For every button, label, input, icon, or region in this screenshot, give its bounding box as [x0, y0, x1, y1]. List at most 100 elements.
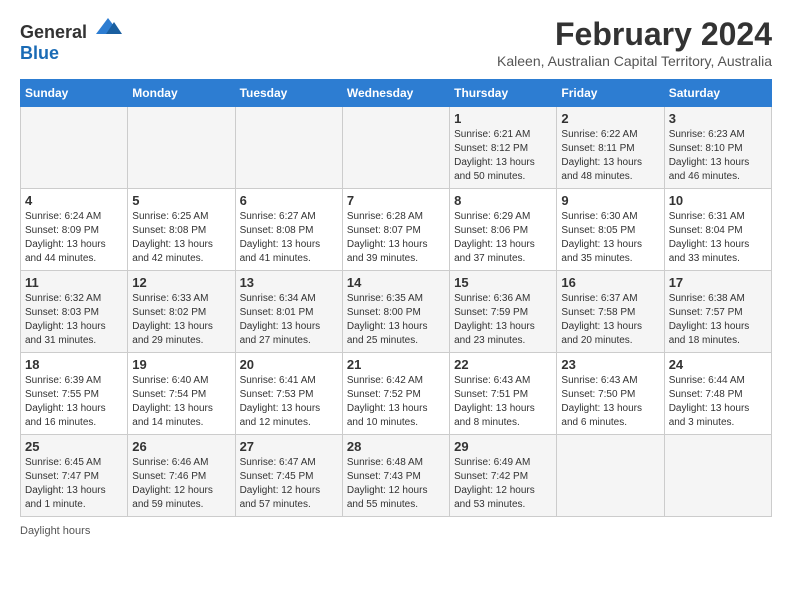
- calendar-day-cell: [128, 107, 235, 189]
- day-number: 14: [347, 275, 445, 290]
- day-number: 3: [669, 111, 767, 126]
- day-info: Sunrise: 6:41 AM Sunset: 7:53 PM Dayligh…: [240, 374, 338, 430]
- calendar-day-cell: 18Sunrise: 6:39 AM Sunset: 7:55 PM Dayli…: [21, 353, 128, 435]
- day-info: Sunrise: 6:48 AM Sunset: 7:43 PM Dayligh…: [347, 456, 445, 512]
- calendar-day-cell: 17 Sunrise: 6:38 AM Sunset: 7:57 PM Dayli…: [664, 271, 771, 353]
- day-info: Sunrise: 6:46 AM Sunset: 7:46 PM Dayligh…: [132, 456, 230, 512]
- calendar-day-cell: 23Sunrise: 6:43 AM Sunset: 7:50 PM Dayli…: [557, 353, 664, 435]
- day-number: 6: [240, 193, 338, 208]
- day-info: Sunrise: 6:33 AM Sunset: 8:02 PM Dayligh…: [132, 292, 230, 348]
- day-number: 5: [132, 193, 230, 208]
- day-info: Sunrise: 6:30 AM Sunset: 8:05 PM Dayligh…: [561, 210, 659, 266]
- calendar-header-cell: Saturday: [664, 80, 771, 107]
- day-info: Sunrise: 6:38 AM Sunset: 7:57 PM Dayligh…: [669, 292, 767, 348]
- day-number: 10: [669, 193, 767, 208]
- day-info: Sunrise: 6:42 AM Sunset: 7:52 PM Dayligh…: [347, 374, 445, 430]
- calendar-day-cell: [664, 435, 771, 517]
- day-number: 29: [454, 439, 552, 454]
- calendar-day-cell: 29 Sunrise: 6:49 AM Sunset: 7:42 PM Dayli…: [450, 435, 557, 517]
- calendar-day-cell: [557, 435, 664, 517]
- calendar-day-cell: 7Sunrise: 6:28 AM Sunset: 8:07 PM Daylig…: [342, 189, 449, 271]
- main-title: February 2024: [497, 16, 772, 53]
- day-info: Sunrise: 6:43 AM Sunset: 7:50 PM Dayligh…: [561, 374, 659, 430]
- day-number: 21: [347, 357, 445, 372]
- day-number: 24: [669, 357, 767, 372]
- calendar-day-cell: 14Sunrise: 6:35 AM Sunset: 8:00 PM Dayli…: [342, 271, 449, 353]
- calendar-header-row: SundayMondayTuesdayWednesdayThursdayFrid…: [21, 80, 772, 107]
- calendar-day-cell: 13Sunrise: 6:34 AM Sunset: 8:01 PM Dayli…: [235, 271, 342, 353]
- calendar-day-cell: 25Sunrise: 6:45 AM Sunset: 7:47 PM Dayli…: [21, 435, 128, 517]
- logo-general: General: [20, 22, 87, 42]
- calendar-day-cell: 10 Sunrise: 6:31 AM Sunset: 8:04 PM Dayli…: [664, 189, 771, 271]
- calendar-table: SundayMondayTuesdayWednesdayThursdayFrid…: [20, 79, 772, 517]
- logo-icon: [94, 16, 122, 38]
- calendar-day-cell: 24 Sunrise: 6:44 AM Sunset: 7:48 PM Dayli…: [664, 353, 771, 435]
- day-number: 16: [561, 275, 659, 290]
- calendar-week-row: 4 Sunrise: 6:24 AM Sunset: 8:09 PM Daylig…: [21, 189, 772, 271]
- calendar-day-cell: 21 Sunrise: 6:42 AM Sunset: 7:52 PM Dayli…: [342, 353, 449, 435]
- day-info: Sunrise: 6:36 AM Sunset: 7:59 PM Dayligh…: [454, 292, 552, 348]
- day-info: Sunrise: 6:29 AM Sunset: 8:06 PM Dayligh…: [454, 210, 552, 266]
- calendar-body: 1 Sunrise: 6:21 AM Sunset: 8:12 PM Daylig…: [21, 107, 772, 517]
- day-info: Sunrise: 6:43 AM Sunset: 7:51 PM Dayligh…: [454, 374, 552, 430]
- day-number: 1: [454, 111, 552, 126]
- day-number: 26: [132, 439, 230, 454]
- day-number: 12: [132, 275, 230, 290]
- calendar-week-row: 18Sunrise: 6:39 AM Sunset: 7:55 PM Dayli…: [21, 353, 772, 435]
- day-info: Sunrise: 6:37 AM Sunset: 7:58 PM Dayligh…: [561, 292, 659, 348]
- day-number: 4: [25, 193, 123, 208]
- calendar-day-cell: 12 Sunrise: 6:33 AM Sunset: 8:02 PM Dayli…: [128, 271, 235, 353]
- header: General Blue February 2024 Kaleen, Austr…: [20, 16, 772, 69]
- calendar-week-row: 11 Sunrise: 6:32 AM Sunset: 8:03 PM Dayli…: [21, 271, 772, 353]
- day-number: 7: [347, 193, 445, 208]
- calendar-day-cell: 16 Sunrise: 6:37 AM Sunset: 7:58 PM Dayli…: [557, 271, 664, 353]
- logo-blue: Blue: [20, 43, 59, 63]
- day-number: 18: [25, 357, 123, 372]
- calendar-day-cell: 8 Sunrise: 6:29 AM Sunset: 8:06 PM Daylig…: [450, 189, 557, 271]
- calendar-day-cell: 11 Sunrise: 6:32 AM Sunset: 8:03 PM Dayli…: [21, 271, 128, 353]
- calendar-day-cell: 9 Sunrise: 6:30 AM Sunset: 8:05 PM Daylig…: [557, 189, 664, 271]
- day-number: 22: [454, 357, 552, 372]
- calendar-day-cell: 27Sunrise: 6:47 AM Sunset: 7:45 PM Dayli…: [235, 435, 342, 517]
- footer-daylight: Daylight hours: [20, 525, 772, 537]
- calendar-day-cell: 5 Sunrise: 6:25 AM Sunset: 8:08 PM Daylig…: [128, 189, 235, 271]
- calendar-day-cell: 4 Sunrise: 6:24 AM Sunset: 8:09 PM Daylig…: [21, 189, 128, 271]
- calendar-day-cell: 2Sunrise: 6:22 AM Sunset: 8:11 PM Daylig…: [557, 107, 664, 189]
- calendar-day-cell: 22 Sunrise: 6:43 AM Sunset: 7:51 PM Dayli…: [450, 353, 557, 435]
- calendar-header-cell: Tuesday: [235, 80, 342, 107]
- day-info: Sunrise: 6:23 AM Sunset: 8:10 PM Dayligh…: [669, 128, 767, 184]
- day-number: 17: [669, 275, 767, 290]
- calendar-day-cell: 28 Sunrise: 6:48 AM Sunset: 7:43 PM Dayli…: [342, 435, 449, 517]
- calendar-header-cell: Monday: [128, 80, 235, 107]
- calendar-week-row: 25Sunrise: 6:45 AM Sunset: 7:47 PM Dayli…: [21, 435, 772, 517]
- calendar-day-cell: 26 Sunrise: 6:46 AM Sunset: 7:46 PM Dayli…: [128, 435, 235, 517]
- calendar-day-cell: [342, 107, 449, 189]
- calendar-day-cell: 6 Sunrise: 6:27 AM Sunset: 8:08 PM Daylig…: [235, 189, 342, 271]
- day-number: 25: [25, 439, 123, 454]
- day-info: Sunrise: 6:49 AM Sunset: 7:42 PM Dayligh…: [454, 456, 552, 512]
- calendar-day-cell: 19Sunrise: 6:40 AM Sunset: 7:54 PM Dayli…: [128, 353, 235, 435]
- day-info: Sunrise: 6:22 AM Sunset: 8:11 PM Dayligh…: [561, 128, 659, 184]
- calendar-day-cell: 1 Sunrise: 6:21 AM Sunset: 8:12 PM Daylig…: [450, 107, 557, 189]
- day-number: 28: [347, 439, 445, 454]
- day-info: Sunrise: 6:31 AM Sunset: 8:04 PM Dayligh…: [669, 210, 767, 266]
- calendar-day-cell: 3 Sunrise: 6:23 AM Sunset: 8:10 PM Daylig…: [664, 107, 771, 189]
- day-info: Sunrise: 6:25 AM Sunset: 8:08 PM Dayligh…: [132, 210, 230, 266]
- day-number: 15: [454, 275, 552, 290]
- day-number: 8: [454, 193, 552, 208]
- day-info: Sunrise: 6:32 AM Sunset: 8:03 PM Dayligh…: [25, 292, 123, 348]
- day-number: 20: [240, 357, 338, 372]
- calendar-header-cell: Friday: [557, 80, 664, 107]
- day-number: 11: [25, 275, 123, 290]
- calendar-header-cell: Sunday: [21, 80, 128, 107]
- calendar-header-cell: Thursday: [450, 80, 557, 107]
- day-info: Sunrise: 6:47 AM Sunset: 7:45 PM Dayligh…: [240, 456, 338, 512]
- day-number: 9: [561, 193, 659, 208]
- day-info: Sunrise: 6:44 AM Sunset: 7:48 PM Dayligh…: [669, 374, 767, 430]
- day-number: 19: [132, 357, 230, 372]
- day-info: Sunrise: 6:27 AM Sunset: 8:08 PM Dayligh…: [240, 210, 338, 266]
- day-info: Sunrise: 6:24 AM Sunset: 8:09 PM Dayligh…: [25, 210, 123, 266]
- logo: General Blue: [20, 16, 122, 64]
- calendar-day-cell: 20 Sunrise: 6:41 AM Sunset: 7:53 PM Dayli…: [235, 353, 342, 435]
- day-info: Sunrise: 6:21 AM Sunset: 8:12 PM Dayligh…: [454, 128, 552, 184]
